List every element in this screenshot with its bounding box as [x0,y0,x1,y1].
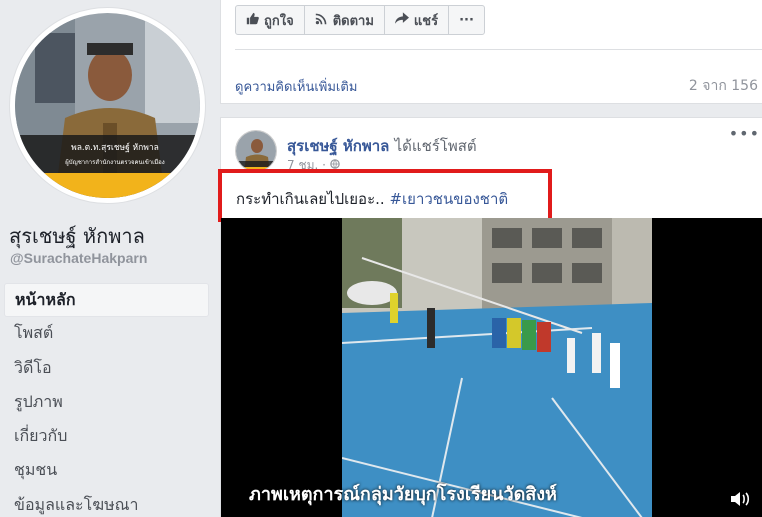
page-nav: หน้าหลัก โพสต์ วิดีโอ รูปภาพ เกี่ยวกับ ช… [4,283,209,517]
nav-item-photos[interactable]: รูปภาพ [4,386,209,420]
thumbs-up-icon [246,12,259,29]
share-button[interactable]: แชร์ [385,6,450,34]
post-text-body: กระทำเกินเลยไปเยอะ.. [236,190,385,208]
nav-item-info-ads[interactable]: ข้อมูลและโฆษณา [4,489,209,517]
profile-picture[interactable]: พล.ต.ท.สุรเชษฐ์ หักพาล ผู้บัญชาการสำนักง… [9,7,206,204]
photo-caption-line1: พล.ต.ท.สุรเชษฐ์ หักพาล [71,142,159,153]
page-actions-card: ถูกใจ ติดตาม แชร์ ··· ดูความคิดเห็นเพิ่ม… [220,0,762,104]
video-still [342,218,652,517]
post-text: กระทำเกินเลยไปเยอะ.. #เยาวชนของชาติ [236,187,508,211]
view-more-comments-link[interactable]: ดูความคิดเห็นเพิ่มเติม [235,76,357,97]
comment-count: 2 จาก 156 [688,78,758,94]
nav-item-posts[interactable]: โพสต์ [4,317,209,351]
post-author[interactable]: สุรเชษฐ์ หักพาล ได้แชร์โพสต์ [287,134,477,158]
highlight-box: กระทำเกินเลยไปเยอะ.. #เยาวชนของชาติ [218,169,552,222]
share-label: แชร์ [413,13,439,29]
nav-item-community[interactable]: ชุมชน [4,454,209,488]
photo-caption-line2: ผู้บัญชาการสำนักงานตรวจคนเข้าเมือง [65,158,165,166]
post-shared-text: ได้แชร์โพสต์ [394,137,477,155]
follow-label: ติดตาม [332,13,374,29]
nav-item-videos[interactable]: วิดีโอ [4,352,209,386]
more-button[interactable]: ··· [449,6,484,34]
profile-photo-image: พล.ต.ท.สุรเชษฐ์ หักพาล ผู้บัญชาการสำนักง… [15,13,200,198]
post-card: สุรเชษฐ์ หักพาล ได้แชร์โพสต์ 7 ชม. · •••… [218,117,762,517]
nav-item-home[interactable]: หน้าหลัก [4,283,209,318]
like-button[interactable]: ถูกใจ [236,6,305,34]
profile-photo[interactable]: พล.ต.ท.สุรเชษฐ์ หักพาล ผู้บัญชาการสำนักง… [15,13,200,198]
post-options-button[interactable]: ••• [729,124,760,143]
page-action-bar: ถูกใจ ติดตาม แชร์ ··· [235,5,485,35]
volume-icon[interactable] [729,488,751,510]
nav-item-about[interactable]: เกี่ยวกับ [4,420,209,454]
share-arrow-icon [394,11,409,29]
left-column: พล.ต.ท.สุรเชษฐ์ หักพาล ผู้บัญชาการสำนักง… [0,0,220,517]
more-label: ··· [459,12,474,28]
video-player[interactable]: ภาพเหตุการณ์กลุ่มวัยบุกโรงเรียนวัดสิงห์ [221,218,762,517]
post-hashtag[interactable]: #เยาวชนของชาติ [389,190,508,208]
profile-handle[interactable]: @SurachateHakparn [10,250,147,266]
rss-icon [315,12,328,29]
post-author-avatar[interactable] [235,130,277,172]
video-caption: ภาพเหตุการณ์กลุ่มวัยบุกโรงเรียนวัดสิงห์ [249,484,557,505]
like-label: ถูกใจ [264,13,294,29]
video-frame[interactable] [342,218,652,517]
divider [235,49,762,50]
post-author-name[interactable]: สุรเชษฐ์ หักพาล [287,137,389,155]
follow-button[interactable]: ติดตาม [305,6,385,34]
profile-name[interactable]: สุรเชษฐ์ หักพาล [9,220,145,252]
